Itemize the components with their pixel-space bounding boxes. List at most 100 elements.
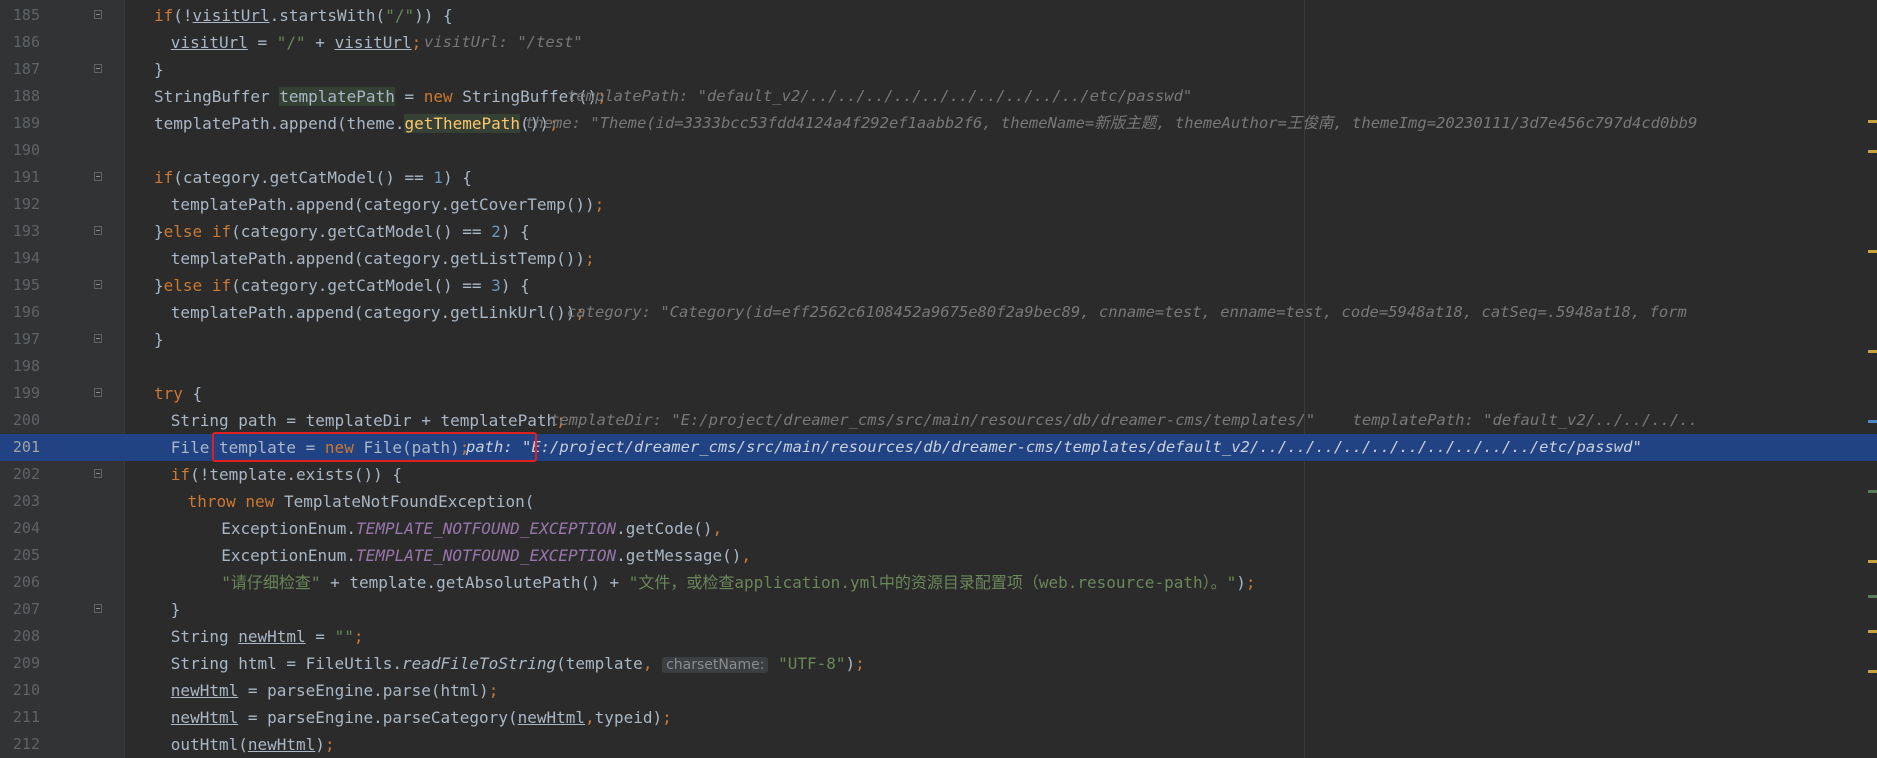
line-number[interactable]: 201 <box>0 434 40 461</box>
fold-toggle-icon[interactable] <box>94 172 102 181</box>
scrollbar-marker[interactable] <box>1868 150 1877 153</box>
fold-toggle-icon[interactable] <box>94 334 102 343</box>
code-text: }else if(category.getCatModel() == 3) { <box>154 276 530 295</box>
fold-toggle-icon[interactable] <box>94 280 102 289</box>
line-number[interactable]: 189 <box>0 110 40 137</box>
code-text: String html = FileUtils.readFileToString… <box>170 654 865 673</box>
line-number[interactable]: 211 <box>0 704 40 731</box>
line-number[interactable]: 197 <box>0 326 40 353</box>
code-line[interactable]: 191 if(category.getCatModel() == 1) { <box>0 164 1877 191</box>
scrollbar-marker[interactable] <box>1868 670 1877 673</box>
line-number[interactable]: 208 <box>0 623 40 650</box>
line-number[interactable]: 185 <box>0 2 40 29</box>
code-line[interactable]: 186 visitUrl = "/" + visitUrl; visitUrl: "… <box>0 29 1877 56</box>
line-number[interactable]: 190 <box>0 137 40 164</box>
code-line[interactable]: 189 templatePath.append(theme.getThemePat… <box>0 110 1877 137</box>
fold-toggle-icon[interactable] <box>94 604 102 613</box>
code-line[interactable]: 187} <box>0 56 1877 83</box>
code-line[interactable]: 185 if(!visitUrl.startsWith("/")) { <box>0 2 1877 29</box>
code-editor[interactable]: 185 if(!visitUrl.startsWith("/")) { 186 vis… <box>0 0 1877 758</box>
code-text: } <box>154 330 164 349</box>
line-number[interactable]: 210 <box>0 677 40 704</box>
code-line[interactable]: 196 templatePath.append(category.getLinkU… <box>0 299 1877 326</box>
code-line[interactable]: 204 ExceptionEnum.TEMPLATE_NOTFOUND_EXCEP… <box>0 515 1877 542</box>
line-number[interactable]: 192 <box>0 191 40 218</box>
code-line[interactable]: 192 templatePath.append(category.getCover… <box>0 191 1877 218</box>
code-text: "请仔细检查" + template.getAbsolutePath() + "… <box>221 573 1256 592</box>
fold-toggle-icon[interactable] <box>94 388 102 397</box>
code-text: } <box>154 60 164 79</box>
line-number[interactable]: 207 <box>0 596 40 623</box>
highlight-box <box>212 432 537 462</box>
code-line[interactable]: 212 outHtml(newHtml); <box>0 731 1877 758</box>
code-line[interactable]: 205 ExceptionEnum.TEMPLATE_NOTFOUND_EXCEP… <box>0 542 1877 569</box>
line-number[interactable]: 202 <box>0 461 40 488</box>
fold-toggle-icon[interactable] <box>94 10 102 19</box>
line-number[interactable]: 204 <box>0 515 40 542</box>
debug-inline-value: templateDir: "E:/project/dreamer_cms/src… <box>550 411 1698 429</box>
code-line[interactable]: 203 throw new TemplateNotFoundException( <box>0 488 1877 515</box>
code-line[interactable]: 209 String html = FileUtils.readFileToStr… <box>0 650 1877 677</box>
code-text: String path = templateDir + templatePath… <box>170 411 566 430</box>
code-text: if(category.getCatModel() == 1) { <box>154 168 472 187</box>
code-line[interactable]: 190 <box>0 137 1877 164</box>
line-number[interactable]: 188 <box>0 83 40 110</box>
code-line[interactable]: 207} <box>0 596 1877 623</box>
line-number[interactable]: 195 <box>0 272 40 299</box>
code-line[interactable]: 206 "请仔细检查" + template.getAbsolutePath() … <box>0 569 1877 596</box>
scrollbar-marker[interactable] <box>1868 420 1877 423</box>
line-number[interactable]: 193 <box>0 218 40 245</box>
code-line[interactable]: 208 String newHtml = ""; <box>0 623 1877 650</box>
code-text: } <box>170 600 181 619</box>
code-line[interactable]: 211 newHtml = parseEngine.parseCategory(n… <box>0 704 1877 731</box>
line-number[interactable]: 198 <box>0 353 40 380</box>
fold-toggle-icon[interactable] <box>94 64 102 73</box>
line-number[interactable]: 199 <box>0 380 40 407</box>
scrollbar-marker[interactable] <box>1868 595 1877 598</box>
scrollbar-marker[interactable] <box>1868 630 1877 633</box>
code-line[interactable]: 199 try { <box>0 380 1877 407</box>
code-text: templatePath.append(category.getLinkUrl(… <box>170 303 586 322</box>
line-number[interactable]: 196 <box>0 299 40 326</box>
code-text: newHtml = parseEngine.parse(html); <box>170 681 499 700</box>
code-text: String newHtml = ""; <box>170 627 364 646</box>
debug-inline-value: theme: "Theme(id=3333bcc53fdd4124a4f292e… <box>525 114 1698 132</box>
code-line[interactable]: 195 }else if(category.getCatModel() == 3)… <box>0 272 1877 299</box>
scrollbar-marker[interactable] <box>1868 120 1877 123</box>
code-text: throw new TemplateNotFoundException( <box>187 492 535 511</box>
code-text: visitUrl = "/" + visitUrl; <box>170 33 422 52</box>
scrollbar-marker[interactable] <box>1868 350 1877 353</box>
debug-inline-value: path: "E:/project/dreamer_cms/src/main/r… <box>466 438 1642 456</box>
code-text: if(!visitUrl.startsWith("/")) { <box>154 6 453 25</box>
code-line[interactable]: 210 newHtml = parseEngine.parse(html); <box>0 677 1877 704</box>
line-number[interactable]: 200 <box>0 407 40 434</box>
line-number[interactable]: 206 <box>0 569 40 596</box>
debug-inline-value: templatePath: "default_v2/../../../../..… <box>567 87 1193 105</box>
scrollbar-marker[interactable] <box>1868 250 1877 253</box>
line-number[interactable]: 205 <box>0 542 40 569</box>
line-number[interactable]: 187 <box>0 56 40 83</box>
line-number[interactable]: 209 <box>0 650 40 677</box>
line-number[interactable]: 194 <box>0 245 40 272</box>
code-text: StringBuffer templatePath = new StringBu… <box>154 87 607 106</box>
code-line[interactable]: 202 if(!template.exists()) { <box>0 461 1877 488</box>
code-text: if(!template.exists()) { <box>170 465 402 484</box>
code-text: }else if(category.getCatModel() == 2) { <box>154 222 530 241</box>
code-line[interactable]: 194 templatePath.append(category.getListT… <box>0 245 1877 272</box>
code-line[interactable]: 200 String path = templateDir + templateP… <box>0 407 1877 434</box>
code-line[interactable]: 198 <box>0 353 1877 380</box>
parameter-name-hint: charsetName: <box>662 657 769 673</box>
code-line[interactable]: 188 StringBuffer templatePath = new Strin… <box>0 83 1877 110</box>
line-number[interactable]: 212 <box>0 731 40 758</box>
code-text: templatePath.append(theme.getThemePath()… <box>154 114 559 133</box>
scrollbar-marker[interactable] <box>1868 490 1877 493</box>
line-number[interactable]: 191 <box>0 164 40 191</box>
line-number[interactable]: 186 <box>0 29 40 56</box>
scrollbar-marker[interactable] <box>1868 560 1877 563</box>
fold-toggle-icon[interactable] <box>94 226 102 235</box>
code-line[interactable]: 197} <box>0 326 1877 353</box>
code-line[interactable]: 193 }else if(category.getCatModel() == 2)… <box>0 218 1877 245</box>
fold-toggle-icon[interactable] <box>94 469 102 478</box>
line-number[interactable]: 203 <box>0 488 40 515</box>
debug-inline-value: visitUrl: "/test" <box>424 33 583 51</box>
